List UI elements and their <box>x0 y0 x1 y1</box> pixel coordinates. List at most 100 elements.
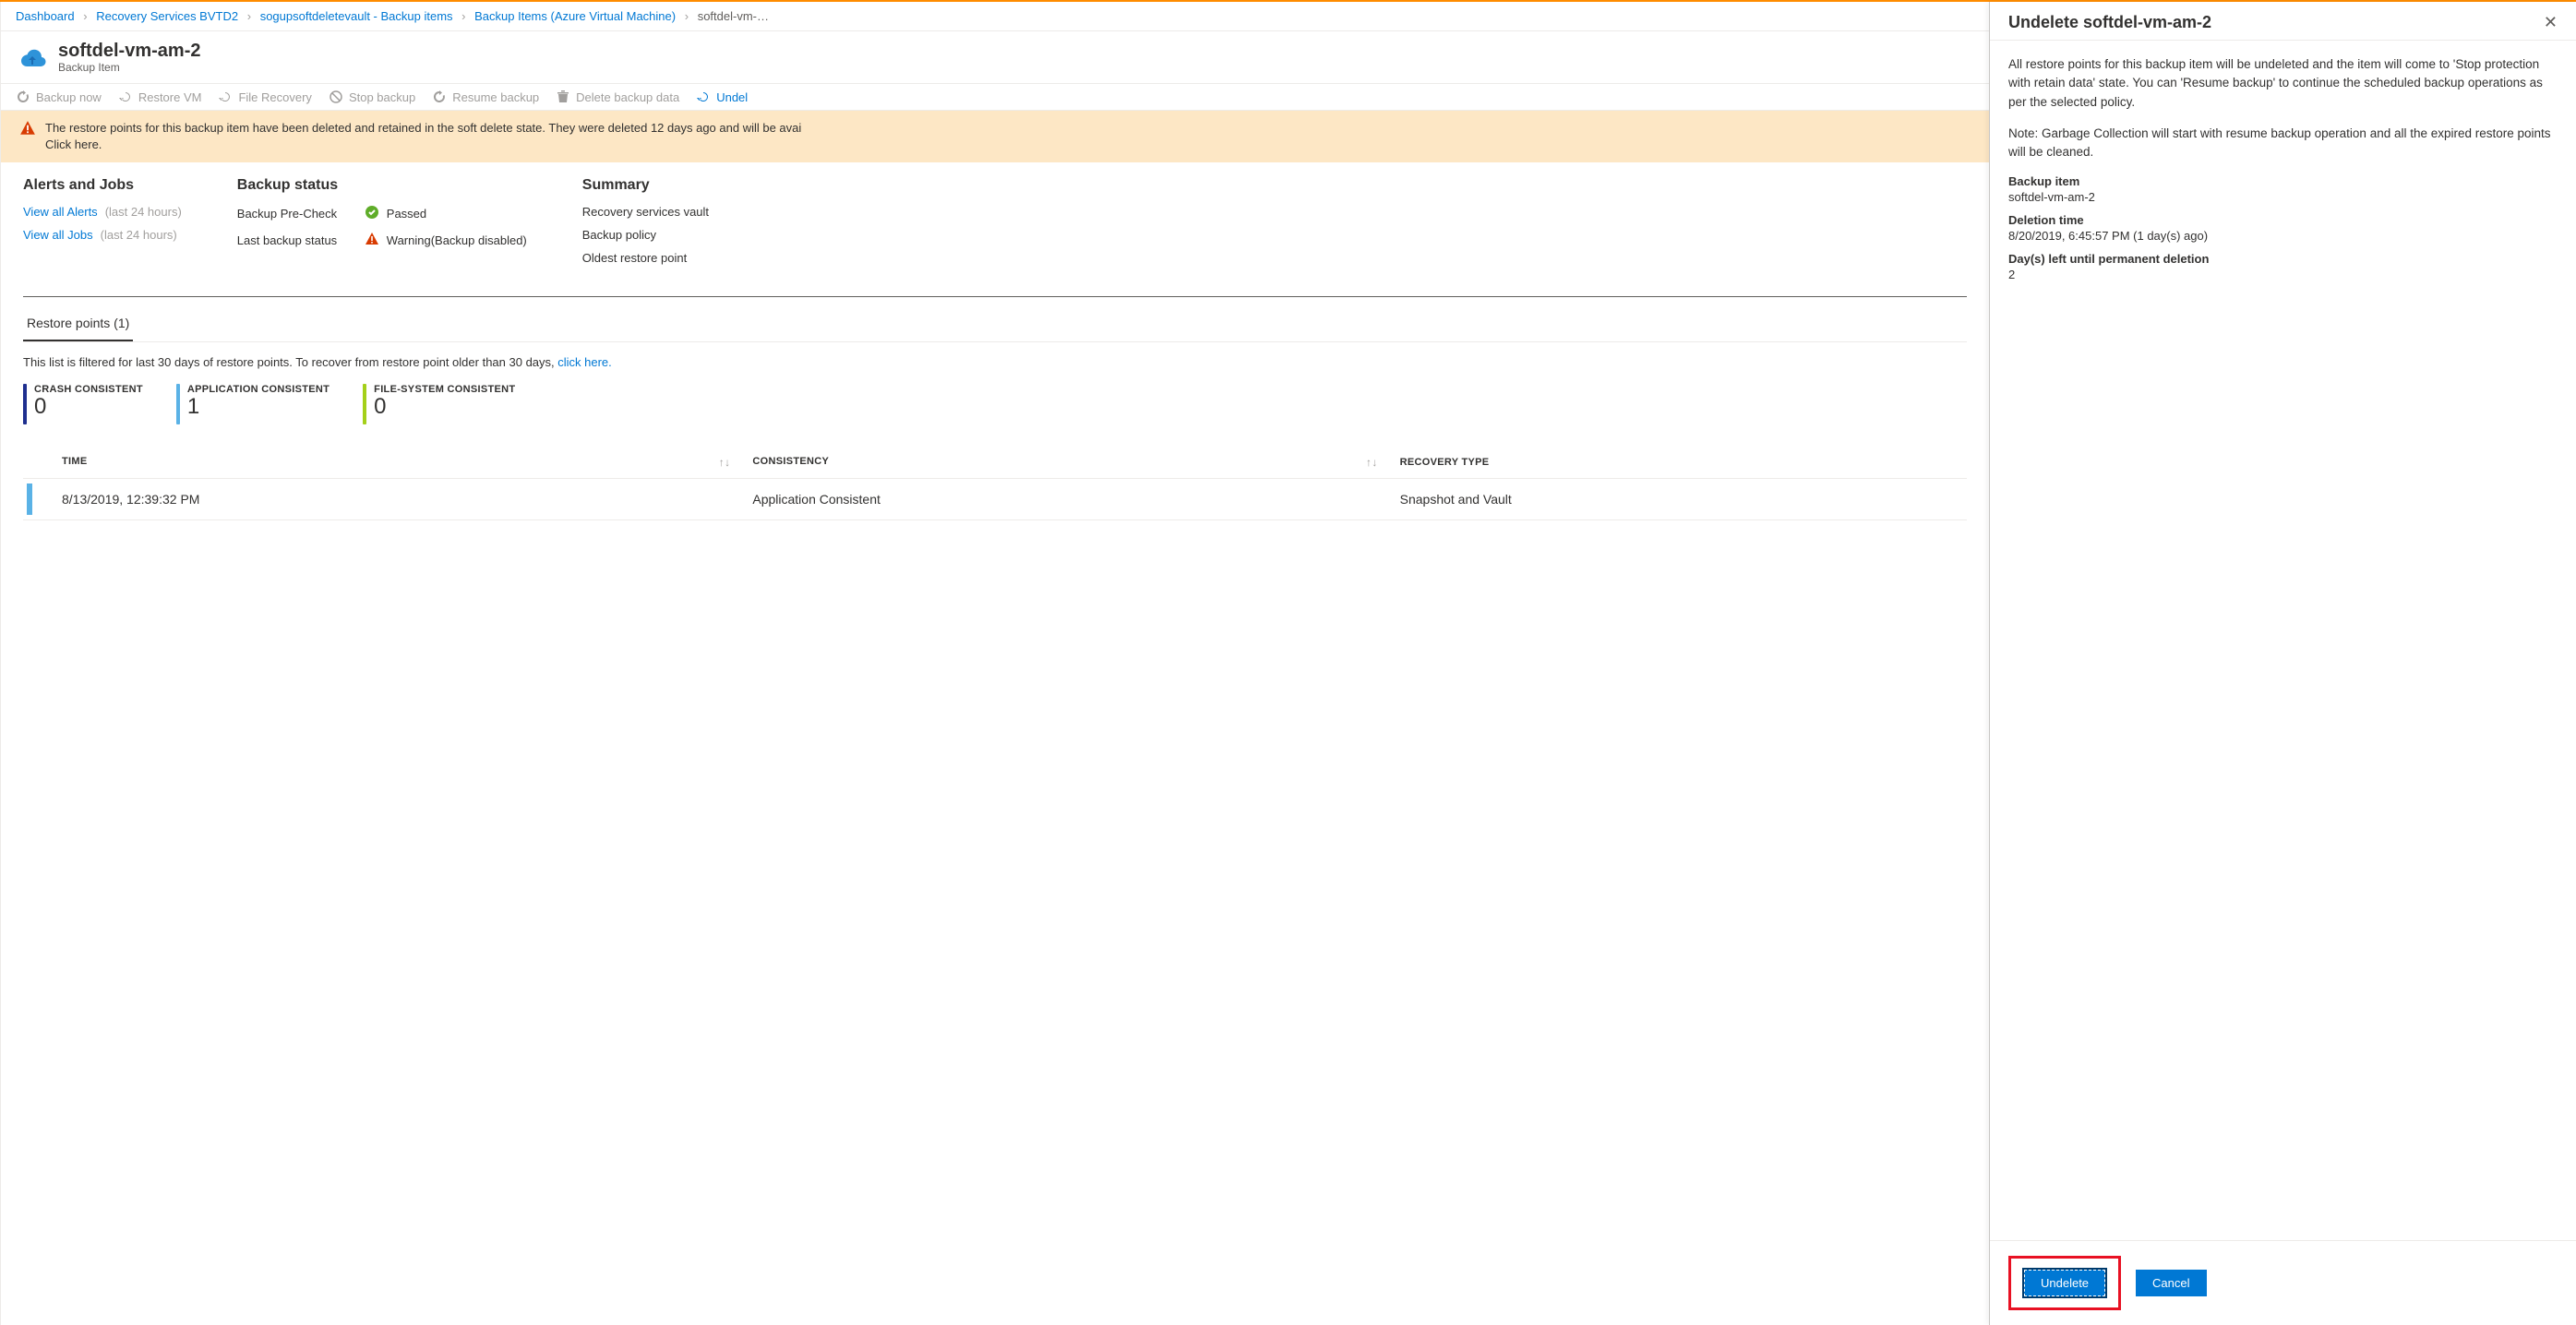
restore-icon <box>118 90 133 104</box>
row-consistency-bar-icon <box>27 483 32 515</box>
stat-crash-label: CRASH CONSISTENT <box>34 384 143 395</box>
jobs-timeframe: (last 24 hours) <box>101 228 177 242</box>
view-all-jobs-link[interactable]: View all Jobs <box>23 228 93 242</box>
backup-status-title: Backup status <box>237 177 527 194</box>
backup-item-icon <box>16 41 49 74</box>
warning-triangle-icon <box>365 232 379 249</box>
divider <box>23 296 1967 297</box>
breadcrumb-backup-items-azure-vm[interactable]: Backup Items (Azure Virtual Machine) <box>474 9 676 23</box>
stat-fs-value: 0 <box>374 395 515 419</box>
stop-backup-button[interactable]: Stop backup <box>329 90 415 104</box>
tabs-bar: Restore points (1) <box>23 306 1967 342</box>
precheck-label: Backup Pre-Check <box>237 207 357 221</box>
warning-icon <box>19 120 36 141</box>
days-left-value: 2 <box>2008 268 2558 281</box>
table-row[interactable]: 8/13/2019, 12:39:32 PM Application Consi… <box>23 479 1967 520</box>
lastbackup-label: Last backup status <box>237 233 357 247</box>
undelete-button[interactable]: Undel <box>696 90 748 104</box>
stat-crash-consistent: CRASH CONSISTENT 0 <box>23 384 143 424</box>
cell-consistency: Application Consistent <box>741 479 1388 520</box>
stat-fs-label: FILE-SYSTEM CONSISTENT <box>374 384 515 395</box>
stat-app-label: APPLICATION CONSISTENT <box>187 384 329 395</box>
undelete-icon <box>696 90 711 104</box>
col-consistency[interactable]: CONSISTENCY↑↓ <box>741 447 1388 479</box>
delete-backup-data-label: Delete backup data <box>576 90 679 104</box>
cell-recovery-type: Snapshot and Vault <box>1389 479 1967 520</box>
close-icon[interactable]: ✕ <box>2544 13 2558 32</box>
restore-points-table: TIME↑↓ CONSISTENCY↑↓ RECOVERY TYPE 8/13/… <box>23 447 1967 520</box>
stat-fs-consistent: FILE-SYSTEM CONSISTENT 0 <box>363 384 515 424</box>
days-left-label: Day(s) left until permanent deletion <box>2008 252 2558 266</box>
backup-status-section: Backup status Backup Pre-Check Passed La… <box>237 177 527 274</box>
panel-title: Undelete softdel-vm-am-2 <box>2008 13 2211 32</box>
resume-backup-button[interactable]: Resume backup <box>432 90 539 104</box>
summary-rsv: Recovery services vault <box>582 205 709 219</box>
view-all-alerts-link[interactable]: View all Alerts <box>23 205 98 219</box>
precheck-value: Passed <box>387 207 426 221</box>
filter-click-here-link[interactable]: click here. <box>557 355 612 369</box>
command-toolbar: Backup now Restore VM File Recovery Stop… <box>1 84 1989 111</box>
summary-section: Summary Recovery services vault Backup p… <box>582 177 709 274</box>
stop-icon <box>329 90 343 104</box>
app-container: Dashboard › Recovery Services BVTD2 › so… <box>0 2 2576 1325</box>
undelete-confirm-button[interactable]: Undelete <box>2022 1268 2107 1298</box>
restore-vm-label: Restore VM <box>138 90 202 104</box>
page-header: softdel-vm-am-2 Backup Item <box>1 31 1989 84</box>
delete-backup-data-button[interactable]: Delete backup data <box>556 90 679 104</box>
stat-crash-value: 0 <box>34 395 143 419</box>
content-area: Alerts and Jobs View all Alerts (last 24… <box>1 162 1989 1325</box>
panel-description-2: Note: Garbage Collection will start with… <box>2008 125 2558 162</box>
banner-msg: The restore points for this backup item … <box>45 121 801 135</box>
undelete-label: Undel <box>716 90 748 104</box>
col-time[interactable]: TIME↑↓ <box>51 447 741 479</box>
breadcrumb-sep-icon: › <box>461 9 465 23</box>
resume-icon <box>432 90 447 104</box>
backup-item-label: Backup item <box>2008 174 2558 188</box>
restore-vm-button[interactable]: Restore VM <box>118 90 202 104</box>
undelete-panel: Undelete softdel-vm-am-2 ✕ All restore p… <box>1989 2 2576 1325</box>
banner-text: The restore points for this backup item … <box>45 120 801 153</box>
sort-icon: ↑↓ <box>719 456 731 469</box>
summary-title: Summary <box>582 177 709 194</box>
breadcrumb-vault-backup-items[interactable]: sogupsoftdeletevault - Backup items <box>260 9 453 23</box>
file-recovery-button[interactable]: File Recovery <box>218 90 311 104</box>
stop-backup-label: Stop backup <box>349 90 415 104</box>
panel-body: All restore points for this backup item … <box>1990 40 2576 1240</box>
main-column: Dashboard › Recovery Services BVTD2 › so… <box>0 2 1989 1325</box>
panel-header: Undelete softdel-vm-am-2 ✕ <box>1990 2 2576 40</box>
page-title: softdel-vm-am-2 <box>58 41 200 61</box>
stat-bar-icon <box>363 384 366 424</box>
backup-now-button[interactable]: Backup now <box>16 90 102 104</box>
consistency-stats: CRASH CONSISTENT 0 APPLICATION CONSISTEN… <box>23 384 1967 424</box>
cancel-button[interactable]: Cancel <box>2136 1270 2206 1296</box>
stat-app-consistent: APPLICATION CONSISTENT 1 <box>176 384 329 424</box>
breadcrumb-dashboard[interactable]: Dashboard <box>16 9 75 23</box>
panel-footer: Undelete Cancel <box>1990 1240 2576 1325</box>
summary-policy: Backup policy <box>582 228 656 242</box>
alerts-jobs-title: Alerts and Jobs <box>23 177 182 194</box>
filter-text: This list is filtered for last 30 days o… <box>23 355 1967 369</box>
stat-bar-icon <box>176 384 180 424</box>
backup-item-value: softdel-vm-am-2 <box>2008 190 2558 204</box>
breadcrumb: Dashboard › Recovery Services BVTD2 › so… <box>1 2 1989 31</box>
tab-restore-points[interactable]: Restore points (1) <box>23 306 133 341</box>
sort-icon: ↑↓ <box>1366 456 1378 469</box>
breadcrumb-recovery-services[interactable]: Recovery Services BVTD2 <box>96 9 238 23</box>
banner-link[interactable]: Click here. <box>45 137 102 151</box>
breadcrumb-current: softdel-vm-… <box>698 9 769 23</box>
filter-prefix: This list is filtered for last 30 days o… <box>23 355 557 369</box>
breadcrumb-sep-icon: › <box>247 9 251 23</box>
breadcrumb-sep-icon: › <box>83 9 87 23</box>
undelete-highlight: Undelete <box>2008 1256 2121 1310</box>
page-subtitle: Backup Item <box>58 61 200 74</box>
panel-description-1: All restore points for this backup item … <box>2008 55 2558 112</box>
summary-oldest: Oldest restore point <box>582 251 687 265</box>
file-recovery-icon <box>218 90 233 104</box>
file-recovery-label: File Recovery <box>238 90 311 104</box>
resume-backup-label: Resume backup <box>452 90 539 104</box>
backup-now-icon <box>16 90 30 104</box>
check-circle-icon <box>365 205 379 222</box>
deletion-time-value: 8/20/2019, 6:45:57 PM (1 day(s) ago) <box>2008 229 2558 243</box>
breadcrumb-sep-icon: › <box>685 9 689 23</box>
col-recovery-type[interactable]: RECOVERY TYPE <box>1389 447 1967 479</box>
